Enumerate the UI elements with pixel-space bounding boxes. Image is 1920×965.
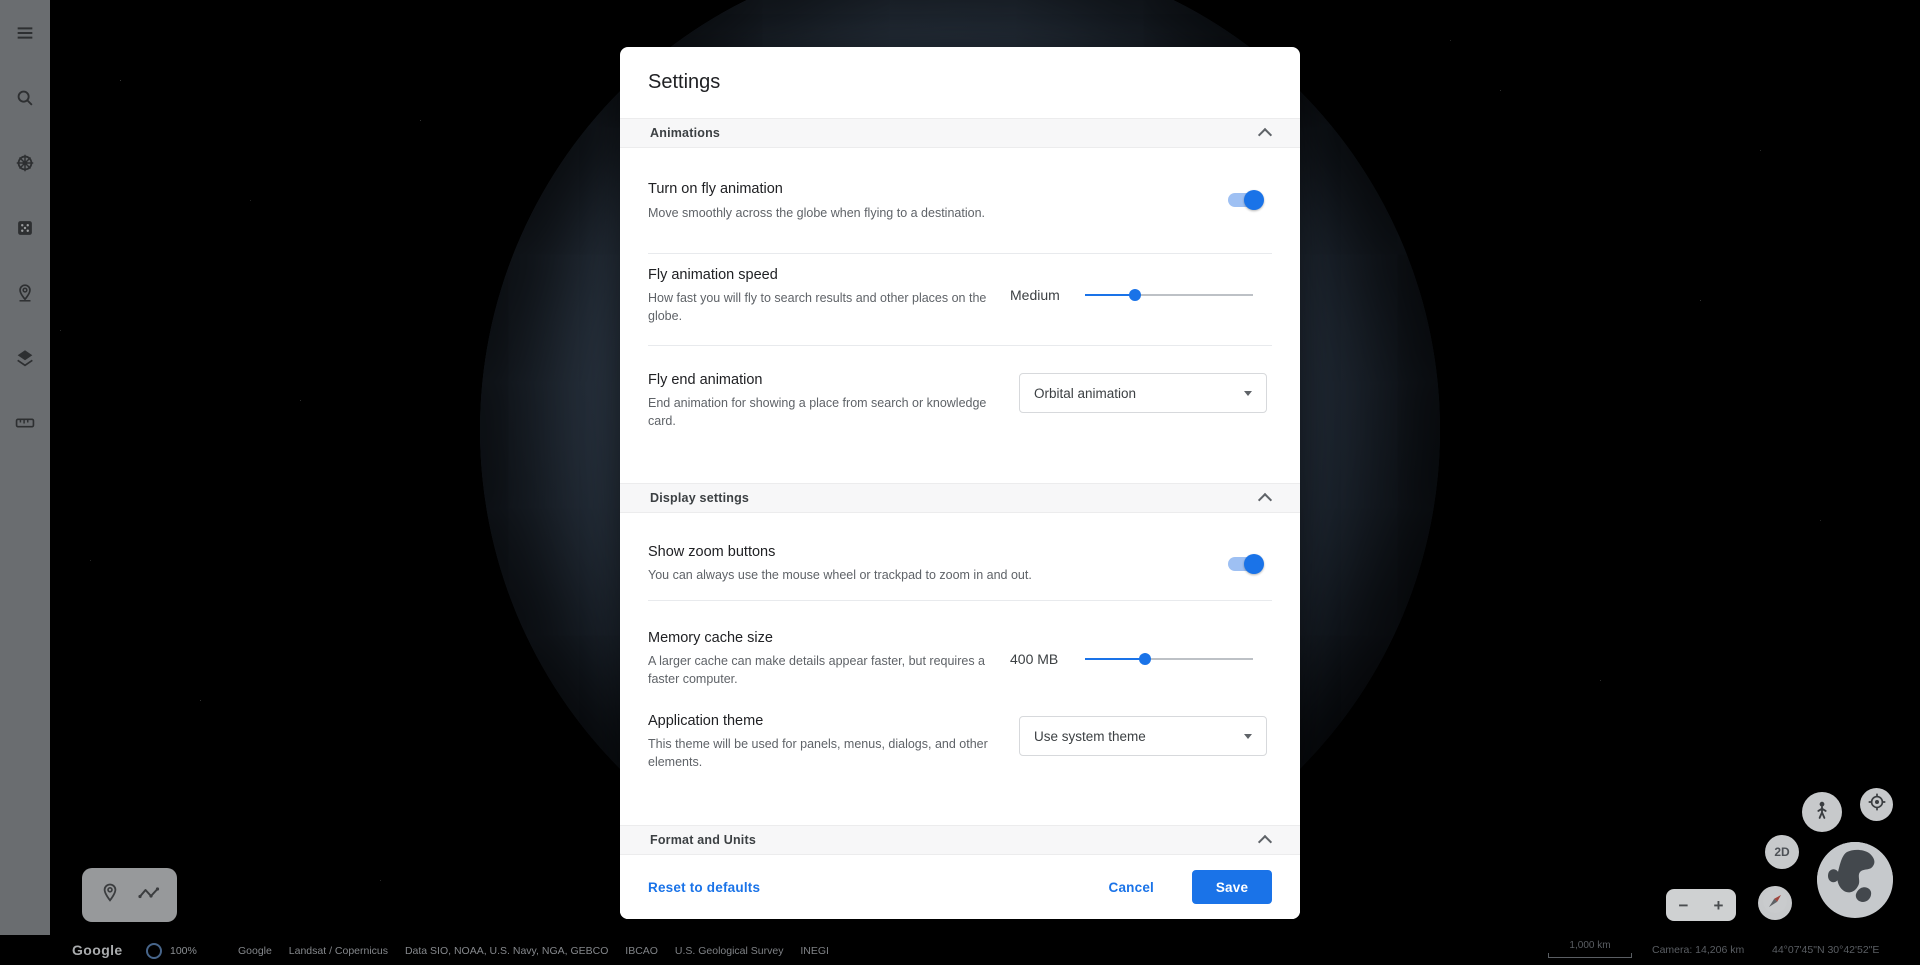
settings-dialog: Settings Animations Turn on fly animatio… xyxy=(620,47,1300,919)
section-header-format-units[interactable]: Format and Units xyxy=(620,825,1300,855)
memory-cache-value: 400 MB xyxy=(1010,651,1058,667)
voyager-button[interactable] xyxy=(12,150,38,176)
measure-button[interactable] xyxy=(12,410,38,436)
attribution-part: Google xyxy=(238,945,272,957)
zoom-in-button[interactable]: + xyxy=(1714,897,1724,914)
toggle-knob[interactable] xyxy=(1244,190,1264,210)
dropdown-caret-icon xyxy=(1244,734,1252,739)
chevron-up-icon[interactable] xyxy=(1258,493,1272,507)
status-bar: Google 100% Google Landsat / Copernicus … xyxy=(0,935,1920,965)
google-logo: Google xyxy=(72,942,123,958)
setting-title-app-theme: Application theme xyxy=(648,713,763,729)
menu-icon xyxy=(14,22,36,44)
fly-animation-toggle[interactable] xyxy=(1228,190,1262,210)
cancel-button[interactable]: Cancel xyxy=(1109,880,1154,895)
sidebar xyxy=(0,0,50,965)
attribution-part: U.S. Geological Survey xyxy=(675,945,784,957)
setting-desc-fly-animation: Move smoothly across the globe when flyi… xyxy=(648,204,1168,222)
map-tools-pill xyxy=(82,868,177,922)
stream-percent: 100% xyxy=(170,945,197,957)
cursor-coordinates: 44°07'45"N 30°42'52"E xyxy=(1772,944,1879,956)
fly-end-animation-select[interactable]: Orbital animation xyxy=(1019,373,1267,413)
setting-title-fly-animation: Turn on fly animation xyxy=(648,181,783,197)
2d-toggle-button[interactable]: 2D xyxy=(1765,835,1799,869)
target-icon xyxy=(1867,792,1887,817)
feeling-lucky-icon xyxy=(14,217,36,239)
projects-icon xyxy=(14,282,36,304)
section-label: Format and Units xyxy=(650,833,756,847)
measure-path-button[interactable] xyxy=(136,881,162,910)
slider-thumb[interactable] xyxy=(1129,289,1141,301)
section-header-display[interactable]: Display settings xyxy=(620,483,1300,513)
feeling-lucky-button[interactable] xyxy=(12,215,38,241)
save-button[interactable]: Save xyxy=(1192,870,1272,904)
setting-desc-fly-speed: How fast you will fly to search results … xyxy=(648,289,988,325)
map-style-button[interactable] xyxy=(12,345,38,371)
2d-label: 2D xyxy=(1774,845,1789,859)
my-location-button[interactable] xyxy=(1860,788,1893,821)
map-attribution: Google Landsat / Copernicus Data SIO, NO… xyxy=(238,945,843,957)
attribution-part: IBCAO xyxy=(625,945,658,957)
setting-desc-memory-cache: A larger cache can make details appear f… xyxy=(648,652,988,688)
scale-bar: 1,000 km xyxy=(1548,940,1632,958)
setting-desc-fly-end: End animation for showing a place from s… xyxy=(648,394,988,430)
voyager-icon xyxy=(14,152,36,174)
slider-fill xyxy=(1085,294,1135,296)
pegman-button[interactable] xyxy=(1802,792,1842,832)
compass-button[interactable] xyxy=(1758,886,1792,920)
setting-title-fly-end: Fly end animation xyxy=(648,372,762,388)
divider xyxy=(648,253,1272,254)
section-label: Animations xyxy=(650,126,720,140)
setting-title-memory-cache: Memory cache size xyxy=(648,630,773,646)
attribution-part: Data SIO, NOAA, U.S. Navy, NGA, GEBCO xyxy=(405,945,608,957)
compass-icon xyxy=(1762,888,1788,919)
menu-button[interactable] xyxy=(12,20,38,46)
search-button[interactable] xyxy=(12,85,38,111)
chevron-up-icon[interactable] xyxy=(1258,835,1272,849)
dialog-title: Settings xyxy=(648,71,720,94)
dialog-footer: Reset to defaults Cancel Save xyxy=(620,855,1300,919)
pegman-icon xyxy=(1811,799,1833,826)
projects-button[interactable] xyxy=(12,280,38,306)
mini-globe-icon xyxy=(1817,842,1893,918)
add-placemark-button[interactable] xyxy=(98,881,122,910)
scale-label: 1,000 km xyxy=(1569,940,1610,951)
globe-view-button[interactable] xyxy=(1817,842,1893,918)
zoom-out-button[interactable]: − xyxy=(1679,897,1689,914)
measure-icon xyxy=(14,412,36,434)
scale-ruler xyxy=(1548,953,1632,958)
camera-altitude: Camera: 14,206 km xyxy=(1652,944,1744,956)
section-header-animations[interactable]: Animations xyxy=(620,118,1300,148)
attribution-part: INEGI xyxy=(800,945,829,957)
stream-progress-icon xyxy=(146,943,162,959)
chevron-up-icon[interactable] xyxy=(1258,128,1272,142)
slider-thumb[interactable] xyxy=(1139,653,1151,665)
slider-fill xyxy=(1085,658,1145,660)
reset-to-defaults-button[interactable]: Reset to defaults xyxy=(648,880,760,895)
selected-option: Orbital animation xyxy=(1034,386,1136,401)
toggle-knob[interactable] xyxy=(1244,554,1264,574)
search-icon xyxy=(14,87,36,109)
map-style-icon xyxy=(14,347,36,369)
setting-desc-zoom-buttons: You can always use the mouse wheel or tr… xyxy=(648,566,1168,584)
setting-title-fly-speed: Fly animation speed xyxy=(648,267,778,283)
fly-speed-slider[interactable] xyxy=(1085,289,1253,301)
section-label: Display settings xyxy=(650,491,749,505)
selected-option: Use system theme xyxy=(1034,729,1146,744)
divider xyxy=(648,600,1272,601)
attribution-part: Landsat / Copernicus xyxy=(289,945,388,957)
memory-cache-slider[interactable] xyxy=(1085,653,1253,665)
dropdown-caret-icon xyxy=(1244,391,1252,396)
setting-title-zoom-buttons: Show zoom buttons xyxy=(648,544,775,560)
fly-speed-value: Medium xyxy=(1010,287,1060,303)
setting-desc-app-theme: This theme will be used for panels, menu… xyxy=(648,735,988,771)
divider xyxy=(648,345,1272,346)
zoom-buttons-toggle[interactable] xyxy=(1228,554,1262,574)
application-theme-select[interactable]: Use system theme xyxy=(1019,716,1267,756)
zoom-control: − + xyxy=(1666,889,1736,921)
